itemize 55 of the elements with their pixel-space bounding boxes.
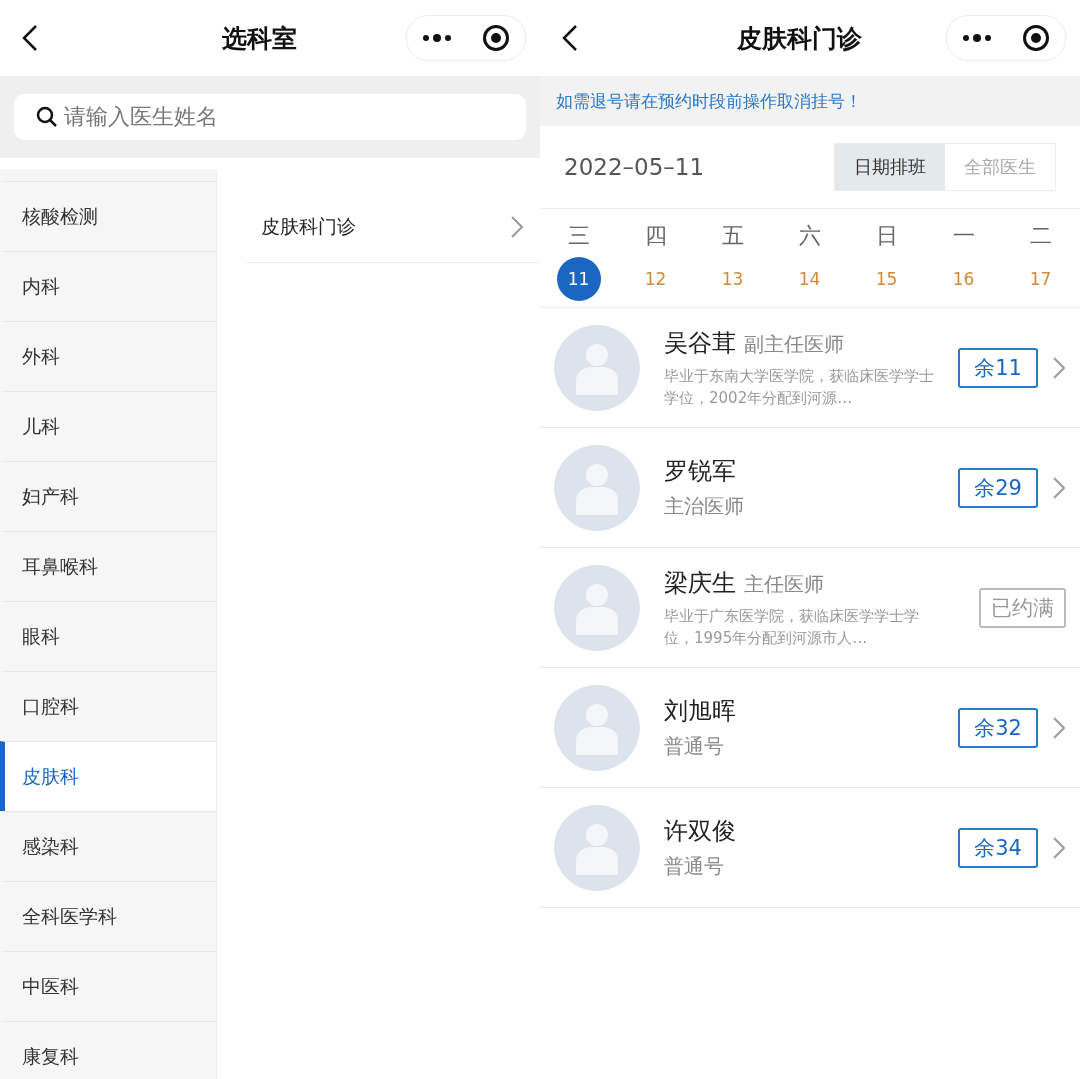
slots-tag: 已约满 xyxy=(979,587,1066,628)
weekday-label: 六 xyxy=(798,222,821,250)
department-item[interactable]: 皮肤科 xyxy=(0,741,216,811)
slots-tag: 余32 xyxy=(958,707,1038,748)
weekday-label: 一 xyxy=(952,222,975,250)
doctor-title: 副主任医师 xyxy=(744,330,844,358)
doctor-avatar-icon xyxy=(554,444,640,531)
mini-program-capsule[interactable] xyxy=(946,15,1066,61)
doctor-bio: 毕业于东南大学医学院，获临床医学学士学位，2002年分配到河源… xyxy=(664,365,934,409)
doctor-title: 主治医师 xyxy=(664,493,745,520)
doctor-row[interactable]: 吴谷茸 副主任医师 毕业于东南大学医学院，获临床医学学士学位，2002年分配到河源… 余11 xyxy=(540,308,1080,428)
weekday-label: 五 xyxy=(721,222,744,250)
weekday-label: 日 xyxy=(875,222,898,250)
chevron-right-icon xyxy=(1052,715,1066,740)
doctor-row[interactable]: 梁庆生 主任医师 毕业于广东医学院，获临床医学学士学位，1995年分配到河源市人… 已约满 xyxy=(540,548,1080,668)
search-field[interactable]: 请输入医生姓名 xyxy=(14,94,526,140)
notice-text: 如需退号请在预约时段前操作取消挂号！ xyxy=(540,76,1080,126)
doctor-row[interactable]: 刘旭晖 普通号 余32 xyxy=(540,668,1080,788)
doctor-name: 罗锐军 xyxy=(664,456,737,487)
more-icon[interactable] xyxy=(422,34,452,42)
close-icon[interactable] xyxy=(482,24,510,52)
doctor-name: 许双俊 xyxy=(664,816,737,847)
slots-tag: 余29 xyxy=(958,467,1038,508)
mini-program-capsule[interactable] xyxy=(406,15,526,61)
doctor-name: 吴谷茸 xyxy=(664,327,736,359)
doctor-avatar-icon xyxy=(554,324,640,411)
doctor-title: 普通号 xyxy=(664,733,725,760)
date-item[interactable]: 11 xyxy=(556,257,601,301)
doctor-title: 普通号 xyxy=(664,853,725,880)
chevron-right-icon xyxy=(1052,355,1066,380)
date-text: 2022–05–11 xyxy=(564,154,705,180)
doctor-avatar-icon xyxy=(554,684,640,771)
page-title: 皮肤科门诊 xyxy=(735,22,863,55)
chevron-right-icon xyxy=(1052,475,1066,500)
close-icon[interactable] xyxy=(1022,24,1050,52)
doctor-row[interactable]: 许双俊 普通号 余34 xyxy=(540,788,1080,908)
slots-tag: 余34 xyxy=(958,827,1038,868)
doctor-avatar-icon xyxy=(554,564,640,651)
weekday-label: 三 xyxy=(567,222,590,250)
doctor-name: 刘旭晖 xyxy=(664,696,737,727)
chevron-right-icon xyxy=(1052,835,1066,860)
doctor-bio: 毕业于广东医学院，获临床医学学士学位，1995年分配到河源市人… xyxy=(664,605,920,649)
doctor-title: 主任医师 xyxy=(744,570,824,598)
search-icon xyxy=(36,106,58,128)
page-title: 选科室 xyxy=(220,22,298,55)
chevron-right-icon xyxy=(510,215,524,239)
doctor-name: 梁庆生 xyxy=(664,567,736,599)
slots-tag: 余11 xyxy=(958,347,1038,388)
clinic-label: 皮肤科门诊 xyxy=(261,214,356,239)
weekday-label: 二 xyxy=(1029,222,1052,250)
view-tab[interactable]: 日期排班 xyxy=(835,144,945,190)
weekday-label: 四 xyxy=(644,222,667,250)
doctor-avatar-icon xyxy=(554,804,640,891)
more-icon[interactable] xyxy=(962,34,992,42)
doctor-row[interactable]: 罗锐军 主治医师 余29 xyxy=(540,428,1080,548)
